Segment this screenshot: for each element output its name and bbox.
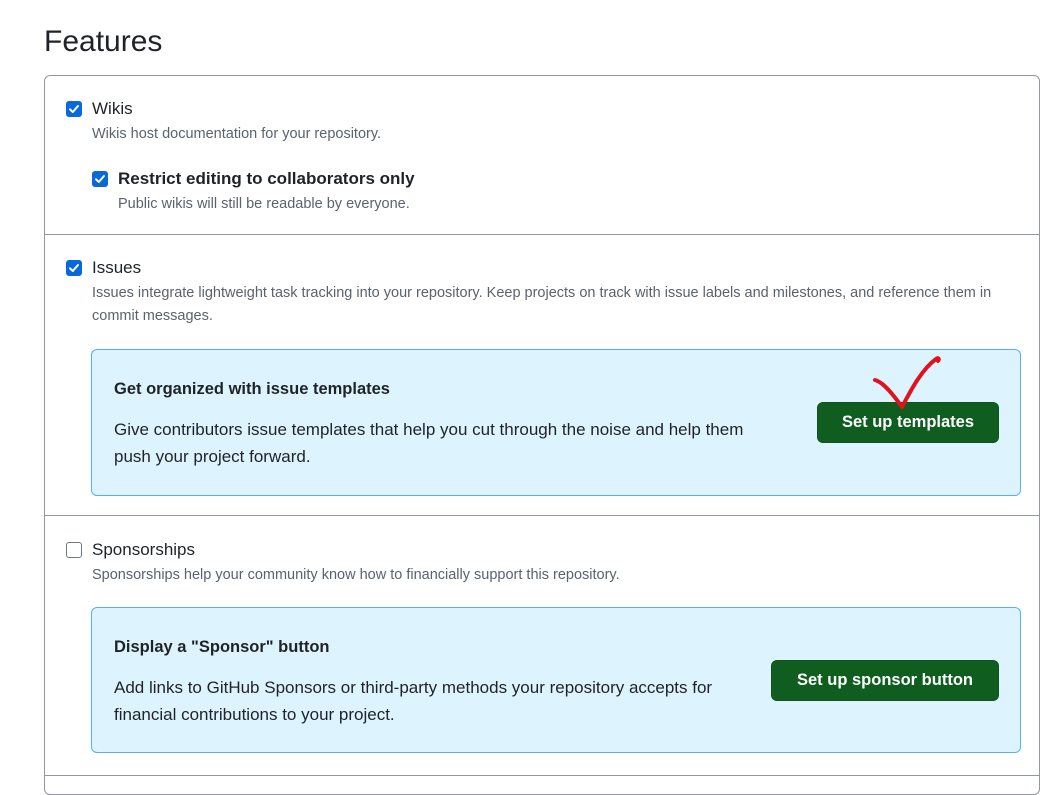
restrict-editing-label[interactable]: Restrict editing to collaborators only — [118, 169, 415, 189]
checkmark-icon — [95, 175, 105, 183]
sponsor-button-title: Display a "Sponsor" button — [114, 638, 330, 656]
issues-section: Issues Issues integrate lightweight task… — [45, 234, 1039, 516]
issue-templates-callout: Get organized with issue templates Give … — [91, 349, 1021, 496]
issues-description: Issues integrate lightweight task tracki… — [92, 285, 992, 324]
wikis-section: Wikis Wikis host documentation for your … — [45, 76, 1039, 235]
issue-templates-title: Get organized with issue templates — [114, 380, 390, 398]
checkmark-icon — [69, 264, 79, 272]
issues-label[interactable]: Issues — [92, 258, 141, 278]
set-up-templates-button[interactable]: Set up templates — [817, 402, 999, 443]
restrict-editing-checkbox[interactable] — [92, 171, 108, 187]
wikis-label[interactable]: Wikis — [92, 99, 133, 119]
restrict-editing-description: Public wikis will still be readable by e… — [118, 196, 410, 212]
sponsorships-section: Sponsorships Sponsorships help your comm… — [45, 515, 1039, 776]
sponsor-button-text: Add links to GitHub Sponsors or third-pa… — [114, 678, 713, 724]
sponsorships-label[interactable]: Sponsorships — [92, 540, 195, 560]
sponsorships-checkbox[interactable] — [66, 542, 82, 558]
issue-templates-text: Give contributors issue templates that h… — [114, 420, 744, 466]
set-up-sponsor-button[interactable]: Set up sponsor button — [771, 660, 999, 701]
wikis-checkbox[interactable] — [66, 101, 82, 117]
issues-checkbox[interactable] — [66, 260, 82, 276]
sponsor-button-callout: Display a "Sponsor" button Add links to … — [91, 607, 1021, 753]
checkmark-icon — [69, 105, 79, 113]
page-title: Features — [44, 25, 163, 58]
features-panel: Wikis Wikis host documentation for your … — [44, 75, 1040, 795]
sponsorships-description: Sponsorships help your community know ho… — [92, 567, 620, 583]
wikis-description: Wikis host documentation for your reposi… — [92, 126, 382, 142]
